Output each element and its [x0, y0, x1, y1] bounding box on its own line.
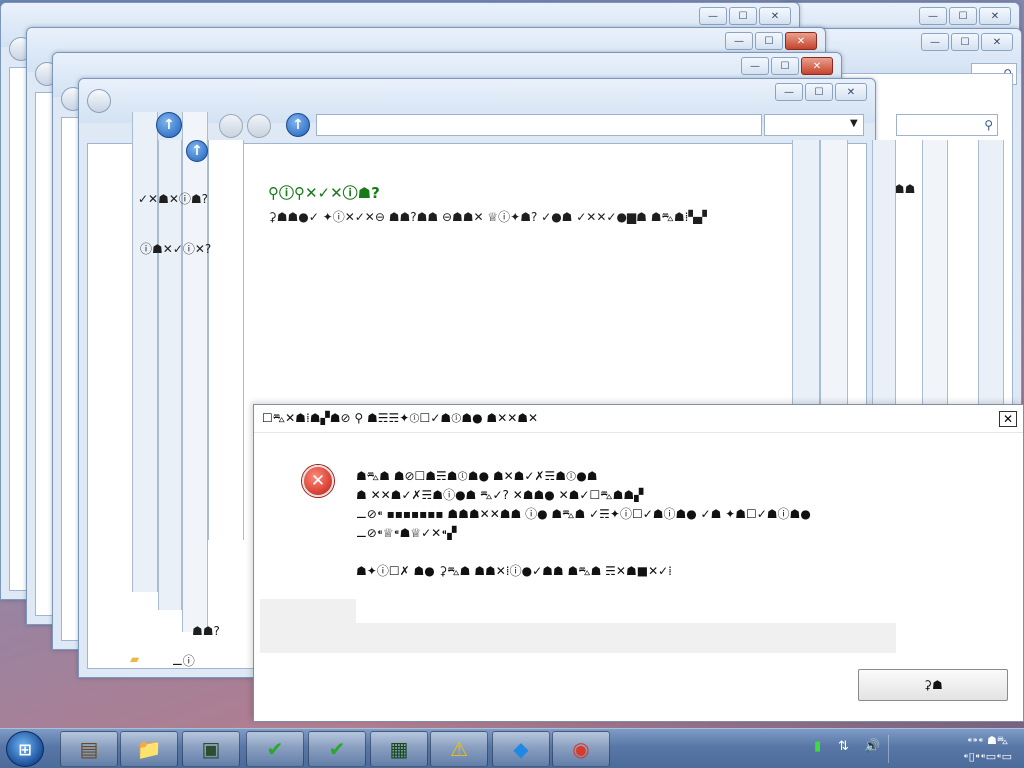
volume-icon[interactable]: 🔊 — [864, 739, 880, 754]
details-area-wide — [260, 623, 896, 653]
archive-icon: ▤ — [79, 737, 99, 761]
address-bar[interactable] — [316, 114, 762, 136]
taskbar-chrome-button[interactable]: ◉ — [552, 731, 610, 767]
up-folder-button-3[interactable]: ↑ — [286, 113, 310, 137]
caption-buttons: — ☐ ✕ — [921, 33, 1013, 51]
overlap-strip-1 — [132, 112, 158, 592]
close-button[interactable]: ✕ — [785, 32, 817, 50]
error-icon: ✕ — [302, 465, 334, 497]
minimize-button[interactable]: — — [725, 32, 753, 50]
maximize-button[interactable]: ☐ — [771, 57, 799, 75]
chevron-down-icon[interactable]: ▼ — [850, 118, 858, 129]
close-button[interactable]: ✕ — [759, 7, 791, 25]
taskbar-notes-button[interactable]: ▣ — [182, 731, 240, 767]
message-line-4: ⚊⊘⁌♕⁌☗♕✓✕⁌▞ — [356, 526, 457, 540]
dialog-titlebar: ☐⛍✕☗⁞☗▞☗⊘ ⚲ ☗☴☴✦ⓘ☐✓☗ⓘ☗● ☗✕✕☗✕ ✕ — [254, 405, 1023, 433]
back-button[interactable] — [87, 89, 111, 113]
clock-date: ⁌▯⁌⁌▭⁌▭ — [963, 750, 1012, 763]
message-spacer — [356, 543, 996, 562]
clock-time: ⁌⁍⁌ ☗⛍ — [966, 734, 1009, 747]
taskbar-check-button-2[interactable]: ✔ — [308, 731, 366, 767]
close-button[interactable]: ✕ — [981, 33, 1013, 51]
caption-buttons: — ☐ ✕ — [919, 7, 1011, 25]
minimize-button[interactable]: — — [919, 7, 947, 25]
message-line-1: ☗⛍☗ ☗⊘☐☗☴☗ⓘ☗● ☗✕☗✓✗☴☗ⓘ●☗ — [356, 469, 598, 483]
maximize-button[interactable]: ☐ — [755, 32, 783, 50]
taskbar-cube-button[interactable]: ◆ — [492, 731, 550, 767]
folder-icon: 📁 — [136, 737, 162, 761]
system-tray: ▮ ⇅ 🔊 ⁌⁍⁌ ☗⛍ ⁌▯⁌⁌▭⁌▭ — [784, 729, 1024, 768]
strip-text-3: ☗☗? — [192, 624, 220, 638]
tray-flag-icon[interactable]: ▮ — [814, 739, 821, 754]
content-subheading: ⚳☗☗●✓ ✦ⓘ✕✓✕⊖ ☗☗?☗☗ ⊖☗☗✕ ♕ⓘ✦☗? ✓●☗ ✓✕✕✓●▆… — [268, 210, 707, 224]
notes-icon: ▣ — [201, 737, 221, 761]
maximize-button[interactable]: ☐ — [951, 33, 979, 51]
details-area — [260, 599, 356, 623]
minimize-button[interactable]: — — [741, 57, 769, 75]
search-box[interactable]: ⚲ — [896, 114, 998, 136]
cube-icon: ◆ — [513, 737, 529, 761]
caption-buttons: — ☐ ✕ — [699, 7, 791, 25]
chrome-icon: ◉ — [572, 737, 590, 761]
content-heading: ⚲ⓘ⚲✕✓✕ⓘ☗? — [268, 184, 380, 202]
folder-icon-strip: ▰ — [130, 652, 140, 666]
minimize-button[interactable]: — — [775, 83, 803, 101]
maximize-button[interactable]: ☐ — [949, 7, 977, 25]
dialog-title: ☐⛍✕☗⁞☗▞☗⊘ ⚲ ☗☴☴✦ⓘ☐✓☗ⓘ☗● ☗✕✕☗✕ — [262, 411, 539, 425]
dialog-close-button[interactable]: ✕ — [999, 411, 1017, 427]
overlap-strip-2 — [158, 140, 182, 610]
maximize-button[interactable]: ☐ — [729, 7, 757, 25]
checkmark-icon: ✔ — [266, 737, 284, 761]
back-button-disabled[interactable] — [219, 114, 243, 138]
strip-text-1: ✓✕☗✕ⓘ☗? — [138, 192, 209, 206]
caption-buttons: — ☐ ✕ — [725, 32, 817, 50]
taskbar-monitor-button[interactable]: ▦ — [370, 731, 428, 767]
overlap-strip-4 — [208, 140, 244, 540]
close-button[interactable]: ✕ — [835, 83, 867, 101]
taskbar-check-button-1[interactable]: ✔ — [246, 731, 304, 767]
clock[interactable]: ⁌⁍⁌ ☗⛍ ⁌▯⁌⁌▭⁌▭ — [963, 733, 1012, 765]
search-icon: ⚲ — [984, 118, 993, 132]
strip-text-2: ⓘ☗✕✓ⓘ✕? — [140, 242, 212, 256]
message-line-2: ☗ ✕✕☗✓✗☴☗ⓘ●☗ ⛍✓? ✕☗☗● ✕☗✓☐⛍☗☗▞ — [356, 488, 644, 502]
start-button[interactable]: ⊞ — [6, 731, 44, 767]
taskbar-warning-button[interactable]: ⚠ — [430, 731, 488, 767]
caption-buttons: — ☐ ✕ — [775, 83, 867, 101]
ok-button[interactable]: ⚳☗ — [858, 669, 1008, 701]
warning-icon: ⚠ — [450, 737, 468, 761]
close-button[interactable]: ✕ — [801, 57, 833, 75]
close-button[interactable]: ✕ — [979, 7, 1011, 25]
network-icon[interactable]: ⇅ — [838, 739, 849, 754]
minimize-button[interactable]: — — [921, 33, 949, 51]
error-dialog: ☐⛍✕☗⁞☗▞☗⊘ ⚲ ☗☴☴✦ⓘ☐✓☗ⓘ☗● ☗✕✕☗✕ ✕ ✕ ☗⛍☗ ☗⊘… — [253, 404, 1024, 722]
tray-separator — [888, 735, 889, 763]
checkmark-icon: ✔ — [328, 737, 346, 761]
caption-buttons: — ☐ ✕ — [741, 57, 833, 75]
maximize-button[interactable]: ☐ — [805, 83, 833, 101]
taskbar-explorer-button[interactable]: 📁 — [120, 731, 178, 767]
address-bar-dropdown[interactable] — [764, 114, 864, 136]
monitor-icon: ▦ — [389, 737, 409, 761]
taskbar-archive-button[interactable]: ▤ — [60, 731, 118, 767]
message-line-3: ⚊⊘⁌ ▪▪▪▪▪▪▪ ☗☗☗✕✕☗☗ ⓘ● ☗⛍☗ ✓☴✦ⓘ☐✓☗ⓘ☗● ✓☗… — [356, 507, 811, 521]
message-line-5: ☗✦ⓘ☐✗ ☗● ⚳⛍☗ ☗☗✕⁞ⓘ●✓☗☗ ☗⛍☗ ☴✕☗■✕✓⁞ — [356, 564, 672, 578]
forward-button-disabled[interactable] — [247, 114, 271, 138]
dialog-message: ☗⛍☗ ☗⊘☐☗☴☗ⓘ☗● ☗✕☗✓✗☴☗ⓘ●☗ ☗ ✕✕☗✓✗☴☗ⓘ●☗ ⛍✓… — [356, 467, 996, 581]
up-folder-button-2[interactable]: ↑ — [186, 140, 208, 162]
up-folder-button[interactable]: ↑ — [156, 112, 182, 138]
strip-text-4: ⚊ⓘ — [172, 654, 195, 668]
taskbar: ⊞ ▤ 📁 ▣ ✔ ✔ ▦ ⚠ ◆ ◉ ▮ ⇅ 🔊 ⁌⁍⁌ ☗⛍ ⁌▯⁌⁌▭⁌▭ — [0, 728, 1024, 768]
minimize-button[interactable]: — — [699, 7, 727, 25]
